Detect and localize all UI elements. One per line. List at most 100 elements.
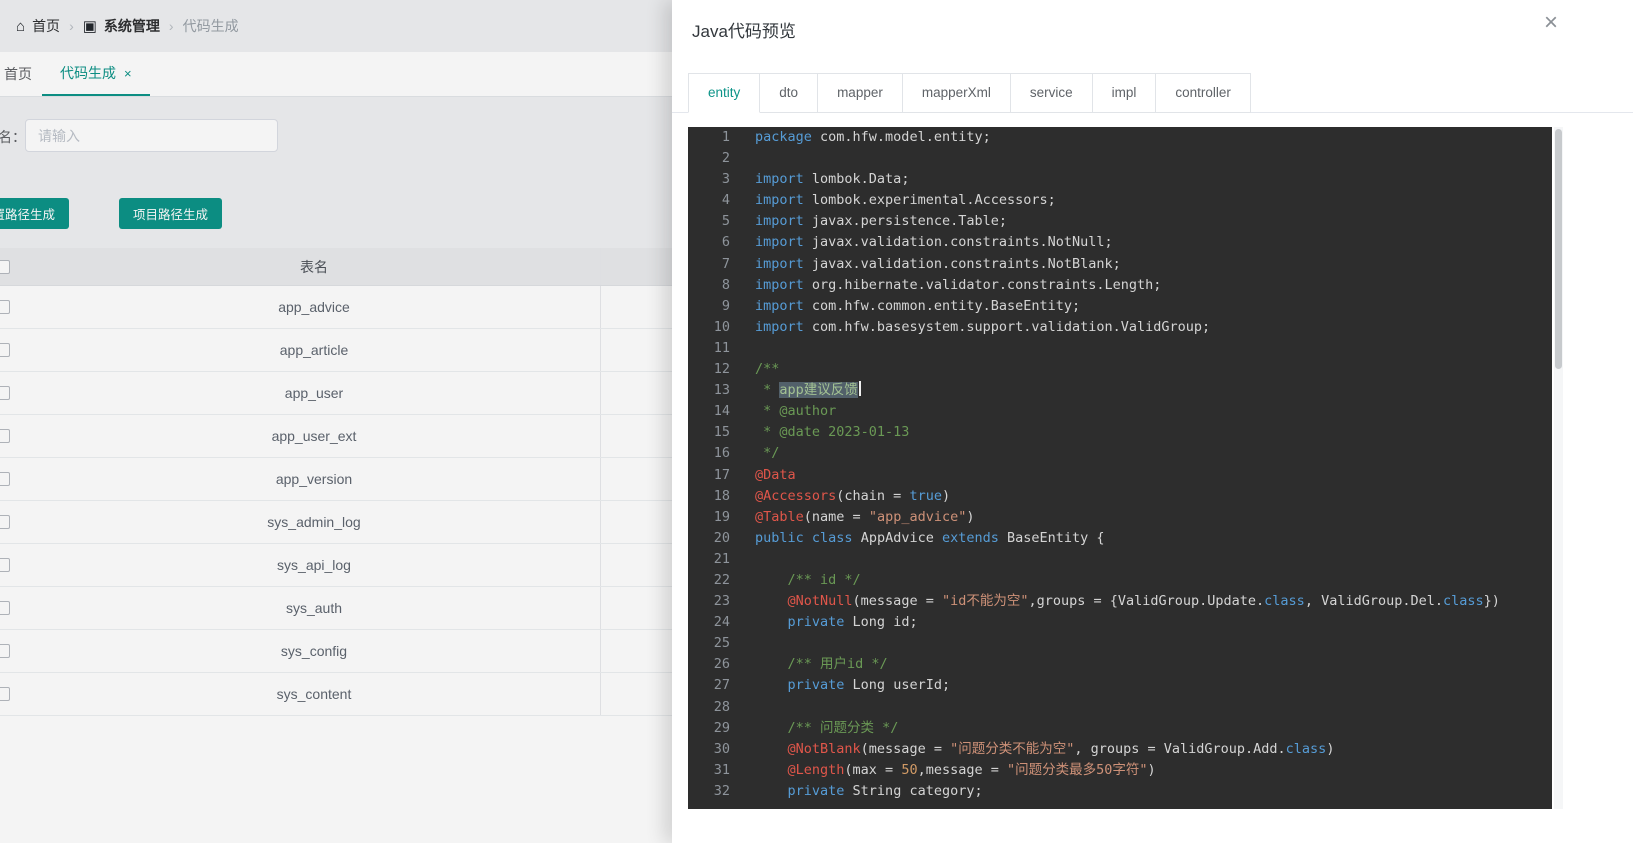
code-token: private (787, 677, 845, 694)
line-content: import org.hibernate.validator.constrain… (730, 275, 1161, 296)
code-line: 18 @Accessors(chain = true) (688, 486, 1552, 507)
line-content: @NotBlank(message = "问题分类不能为空", groups =… (730, 739, 1335, 760)
line-number: 32 (713, 782, 730, 799)
code-token: org.hibernate.validator.constraints.Leng… (803, 276, 1162, 293)
code-token: ) (966, 508, 975, 525)
code-token: package (755, 129, 812, 145)
line-number: 5 (721, 213, 730, 230)
code-token: @Accessors (755, 487, 837, 504)
drawer-tab-mapper[interactable]: mapper (817, 73, 903, 113)
line-content: private Long id; (730, 612, 918, 633)
code-token: /** (755, 361, 780, 378)
line-content: private String category; (730, 781, 983, 802)
line-number: 21 (713, 550, 730, 567)
line-number: 11 (713, 339, 730, 356)
code-token: com.hfw.common.entity.BaseEntity; (803, 297, 1081, 314)
code-token: import (755, 255, 804, 272)
line-number: 4 (721, 192, 730, 209)
code-lines: 1 package com.hfw.model.entity; 2 3 import l… (688, 127, 1552, 802)
line-content: import com.hfw.common.entity.BaseEntity; (730, 296, 1080, 317)
code-token: import (755, 276, 804, 293)
line-number: 20 (713, 529, 730, 546)
code-token: extends (941, 529, 999, 546)
code-token: public (755, 529, 804, 546)
line-content: import lombok.Data; (730, 169, 909, 190)
code-token: com.hfw.basesystem.support.validation.Va… (803, 318, 1211, 335)
code-token: ,groups = {ValidGroup.Update. (1028, 593, 1265, 610)
code-token: import (755, 192, 804, 209)
line-content: * @date 2023-01-13 (730, 422, 909, 443)
line-number: 31 (713, 761, 730, 778)
line-content: @Data (730, 465, 796, 486)
code-editor[interactable]: 1 package com.hfw.model.entity; 2 3 import l… (688, 127, 1552, 809)
line-content: package com.hfw.model.entity; (730, 127, 991, 148)
code-token: javax.persistence.Table; (803, 213, 1007, 230)
line-number: 29 (713, 719, 730, 736)
line-content: public class AppAdvice extends BaseEntit… (730, 528, 1105, 549)
line-content: import com.hfw.basesystem.support.valida… (730, 317, 1210, 338)
code-line: 25 (688, 633, 1552, 654)
line-content: @Table(name = "app_advice") (730, 507, 975, 528)
code-line: 15 * @date 2023-01-13 (688, 422, 1552, 443)
code-preview-drawer: Java代码预览 × entity dto mapper mapperXml servi… (672, 0, 1633, 843)
line-content (730, 697, 755, 718)
code-token: Long userId; (844, 677, 951, 694)
line-content: /** 问题分类 */ (730, 718, 899, 739)
line-number: 27 (713, 677, 730, 694)
editor-scrollbar-thumb[interactable] (1555, 129, 1562, 369)
code-token: ) (941, 487, 951, 504)
code-line: 20 public class AppAdvice extends BaseEnt… (688, 528, 1552, 549)
code-token: javax.validation.constraints.NotNull; (803, 234, 1113, 251)
drawer-tab-impl[interactable]: impl (1091, 73, 1157, 113)
code-token: @NotNull (787, 593, 853, 610)
line-number: 14 (713, 403, 730, 420)
line-content: @NotNull(message = "id不能为空",groups = {Va… (730, 591, 1500, 612)
code-token: class (1442, 593, 1484, 610)
code-token: BaseEntity { (998, 529, 1105, 546)
code-line: 2 (688, 148, 1552, 169)
drawer-tab-controller[interactable]: controller (1155, 73, 1251, 113)
line-content: @Accessors(chain = true) (730, 486, 950, 507)
code-line: 26 /** 用户id */ (688, 654, 1552, 675)
code-token: * (755, 382, 780, 399)
line-content: /** 用户id */ (730, 654, 888, 675)
code-token: */ (755, 445, 780, 462)
drawer-tab-dto[interactable]: dto (759, 73, 819, 113)
line-number: 30 (713, 740, 730, 757)
line-content: * @author (730, 401, 836, 422)
code-token: ) (1147, 761, 1156, 778)
code-line: 7 import javax.validation.constraints.Not… (688, 254, 1552, 275)
code-line: 14 * @author (688, 401, 1552, 422)
drawer-title: Java代码预览 (692, 22, 796, 41)
line-number: 17 (713, 466, 730, 483)
line-number: 18 (713, 487, 730, 504)
line-number: 12 (713, 361, 730, 378)
code-token: import (755, 171, 804, 188)
code-token: (message = (852, 593, 942, 610)
line-number: 19 (713, 508, 730, 525)
code-token: @Data (755, 466, 796, 483)
line-number: 6 (721, 234, 730, 251)
drawer-tab-mapperXml[interactable]: mapperXml (901, 73, 1011, 113)
code-token: import (755, 318, 804, 335)
line-content: /** (730, 359, 779, 380)
drawer-tab-service[interactable]: service (1009, 73, 1093, 113)
line-number: 3 (721, 171, 730, 188)
code-line: 19 @Table(name = "app_advice") (688, 507, 1552, 528)
line-content: import javax.persistence.Table; (730, 211, 1007, 232)
code-token: class (811, 529, 853, 546)
code-token: * @author (755, 403, 837, 420)
code-line: 22 /** id */ (688, 570, 1552, 591)
code-token: "问题分类不能为空" (950, 740, 1075, 757)
code-line: 3 import lombok.Data; (688, 169, 1552, 190)
selected-text: app建议反馈 (779, 382, 858, 399)
drawer-tab-entity[interactable]: entity (688, 73, 761, 113)
text-cursor (858, 381, 861, 397)
code-line: 5 import javax.persistence.Table; (688, 211, 1552, 232)
drawer-mask[interactable] (0, 0, 672, 843)
code-line: 11 (688, 338, 1552, 359)
editor-scrollbar-track[interactable] (1554, 127, 1563, 809)
close-icon[interactable]: × (1538, 10, 1564, 36)
